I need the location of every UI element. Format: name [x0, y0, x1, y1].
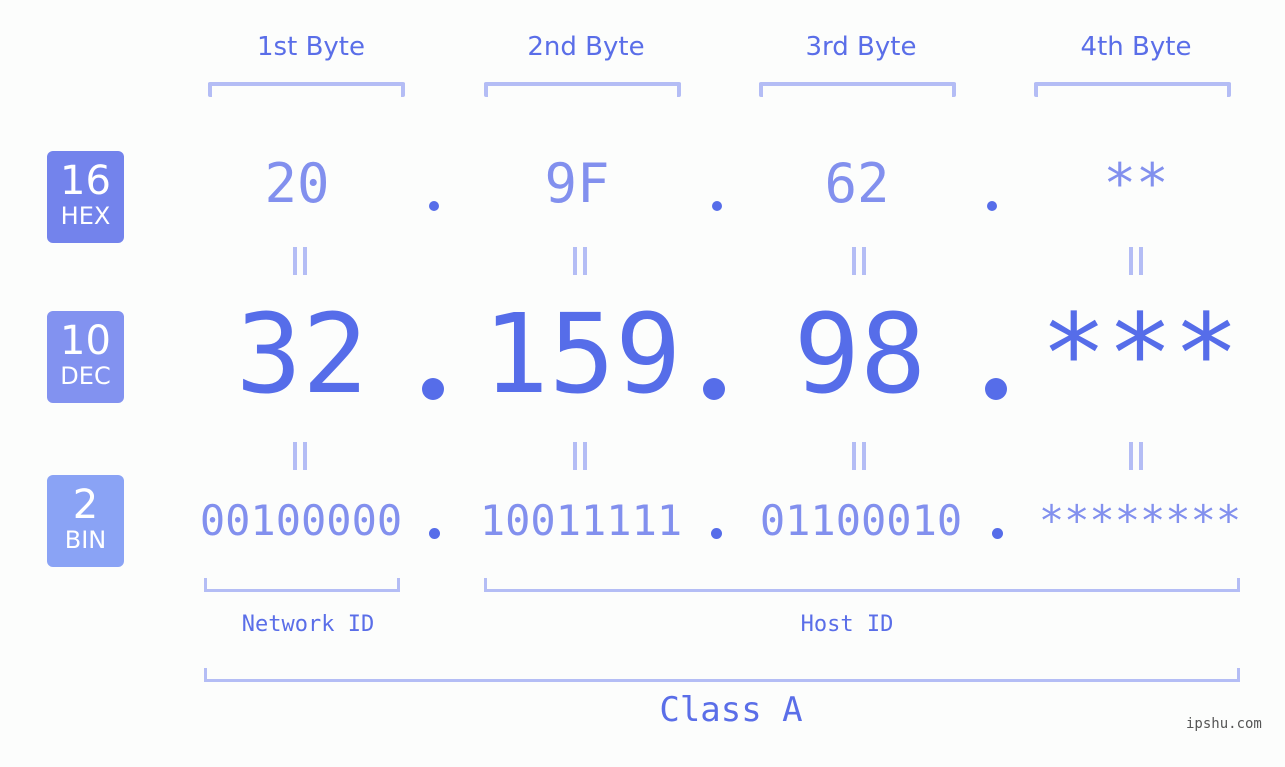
- hex-separator-dot: [712, 201, 722, 211]
- dec-badge: 10 DEC: [47, 311, 124, 403]
- equals-icon: [1129, 442, 1143, 470]
- hex-separator-dot: [987, 201, 997, 211]
- dec-badge-unit: DEC: [60, 362, 111, 390]
- equals-icon: [293, 247, 307, 275]
- byte-bracket-2: [484, 82, 681, 97]
- dec-byte-2: 159: [482, 290, 682, 418]
- byte-header-1: 1st Byte: [257, 32, 365, 62]
- bin-separator-dot: [992, 528, 1003, 539]
- equals-icon: [852, 442, 866, 470]
- dec-byte-4: ***: [1040, 290, 1240, 418]
- hex-badge-number: 16: [60, 158, 111, 204]
- bin-byte-1: 00100000: [199, 496, 403, 545]
- bin-badge-unit: BIN: [64, 526, 107, 554]
- hex-byte-2: 9F: [544, 152, 610, 215]
- class-bracket: [204, 668, 1240, 682]
- dec-separator-dot: [703, 378, 725, 400]
- byte-header-4: 4th Byte: [1080, 32, 1192, 62]
- hex-badge-unit: HEX: [60, 202, 111, 230]
- hex-byte-3: 62: [824, 152, 890, 215]
- class-label: Class A: [659, 690, 803, 730]
- hex-separator-dot: [429, 201, 439, 211]
- host-id-bracket: [484, 578, 1240, 592]
- equals-icon: [1129, 247, 1143, 275]
- bin-badge: 2 BIN: [47, 475, 124, 567]
- host-id-label: Host ID: [800, 612, 894, 637]
- equals-icon: [573, 247, 587, 275]
- network-id-label: Network ID: [241, 612, 375, 637]
- byte-bracket-3: [759, 82, 956, 97]
- dec-byte-3: 98: [793, 290, 927, 418]
- equals-icon: [293, 442, 307, 470]
- byte-header-2: 2nd Byte: [527, 32, 645, 62]
- bin-badge-number: 2: [72, 482, 99, 528]
- bin-separator-dot: [429, 528, 440, 539]
- hex-byte-1: 20: [264, 152, 330, 215]
- dec-byte-1: 32: [235, 290, 369, 418]
- byte-bracket-4: [1034, 82, 1231, 97]
- hex-badge: 16 HEX: [47, 151, 124, 243]
- bin-byte-4: ********: [1038, 496, 1242, 545]
- network-id-bracket: [204, 578, 400, 592]
- equals-icon: [573, 442, 587, 470]
- bin-byte-3: 01100010: [759, 496, 963, 545]
- bin-byte-2: 10011111: [479, 496, 683, 545]
- equals-icon: [852, 247, 866, 275]
- hex-byte-4: **: [1103, 152, 1169, 215]
- dec-separator-dot: [985, 378, 1007, 400]
- byte-header-3: 3rd Byte: [805, 32, 917, 62]
- dec-separator-dot: [422, 378, 444, 400]
- dec-badge-number: 10: [60, 318, 111, 364]
- byte-bracket-1: [208, 82, 405, 97]
- bin-separator-dot: [711, 528, 722, 539]
- watermark: ipshu.com: [1186, 716, 1262, 732]
